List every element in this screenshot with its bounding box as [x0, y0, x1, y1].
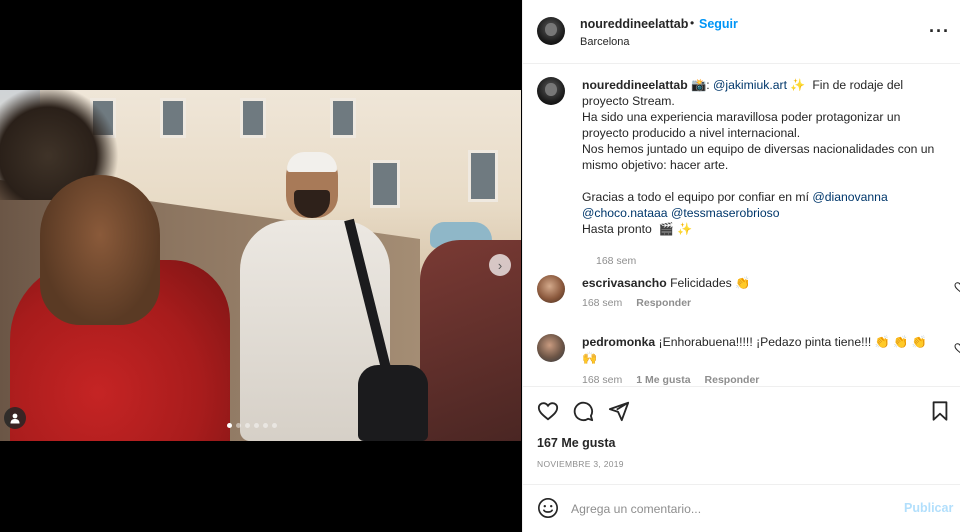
- reply-button[interactable]: Responder: [636, 297, 691, 309]
- user-tag-icon: [10, 413, 20, 424]
- mention-link[interactable]: @choco.nataaa: [582, 206, 668, 220]
- carousel-dots: [227, 423, 277, 428]
- commenter-avatar[interactable]: [537, 334, 565, 362]
- action-bar: [523, 386, 960, 434]
- location-link[interactable]: Barcelona: [580, 36, 630, 48]
- commenter-username[interactable]: pedromonka: [582, 335, 655, 349]
- likes-count[interactable]: 167 Me gusta: [537, 436, 616, 450]
- carousel-dot: [272, 423, 277, 428]
- comment-text: escrivasancho Felicidades 👏: [582, 275, 934, 291]
- comment-bubble-icon[interactable]: [572, 400, 594, 422]
- comment-time[interactable]: 168 sem: [582, 374, 622, 385]
- commenter-username[interactable]: escrivasancho: [582, 276, 667, 290]
- mention-link[interactable]: @jakimiuk.art: [713, 78, 787, 92]
- publish-button[interactable]: Publicar: [904, 501, 953, 515]
- caption-segment: Hasta pronto 🎬 ✨: [582, 222, 693, 236]
- comment-meta: 168 sem Responder: [582, 297, 705, 309]
- comment-text: pedromonka ¡Enhorabuena!!!!! ¡Pedazo pin…: [582, 334, 934, 366]
- carousel-dot: [254, 423, 259, 428]
- chevron-right-icon: ›: [497, 257, 503, 273]
- carousel-dot: [245, 423, 250, 428]
- post-sidebar: noureddineelattab • Seguir Barcelona ···…: [522, 0, 960, 532]
- carousel-dot: [236, 423, 241, 428]
- comment-time[interactable]: 168 sem: [582, 297, 622, 309]
- comments-section: noureddineelattab 📸: @jakimiuk.art ✨ Fin…: [523, 65, 960, 385]
- post-photo[interactable]: [0, 90, 521, 441]
- caption-segment: 📸:: [687, 78, 713, 92]
- add-comment-bar: Publicar: [523, 484, 960, 532]
- caption-username[interactable]: noureddineelattab: [582, 78, 688, 92]
- more-options-button[interactable]: ···: [929, 22, 950, 40]
- comment-like-icon[interactable]: [954, 342, 960, 354]
- emoji-smiley-icon[interactable]: [537, 497, 559, 519]
- commenter-avatar[interactable]: [537, 275, 565, 303]
- post-header: noureddineelattab • Seguir Barcelona ···: [523, 0, 960, 64]
- follow-button[interactable]: Seguir: [699, 17, 738, 31]
- author-avatar[interactable]: [537, 17, 565, 45]
- carousel-dot: [227, 423, 232, 428]
- header-separator: •: [690, 16, 695, 30]
- post-media: ›: [0, 0, 521, 532]
- user-tag-button[interactable]: [4, 407, 26, 429]
- author-username[interactable]: noureddineelattab: [580, 17, 688, 31]
- comment-like-icon[interactable]: [954, 281, 960, 293]
- comment-meta: 168 sem 1 Me gusta Responder: [582, 374, 773, 385]
- caption-text: noureddineelattab 📸: @jakimiuk.art ✨ Fin…: [582, 77, 947, 237]
- like-heart-icon[interactable]: [537, 400, 559, 422]
- mention-link[interactable]: @dianovanna: [812, 190, 887, 204]
- post-date[interactable]: NOVIEMBRE 3, 2019: [537, 459, 624, 469]
- comment-body: Felicidades 👏: [666, 276, 751, 290]
- more-horizontal-icon: ···: [929, 21, 950, 41]
- caption-time[interactable]: 168 sem: [596, 255, 636, 267]
- next-slide-button[interactable]: ›: [489, 254, 511, 276]
- comment-input[interactable]: [571, 499, 891, 519]
- caption-avatar[interactable]: [537, 77, 565, 105]
- reply-button[interactable]: Responder: [705, 374, 760, 385]
- carousel-dot: [263, 423, 268, 428]
- comment-likes[interactable]: 1 Me gusta: [636, 374, 690, 385]
- caption-segment: ✨ Fin de rodaje del proyecto Stream. Ha …: [582, 78, 935, 204]
- share-paper-plane-icon[interactable]: [608, 400, 630, 422]
- mention-link[interactable]: @tessmaserobrioso: [671, 206, 780, 220]
- bookmark-save-icon[interactable]: [929, 400, 951, 422]
